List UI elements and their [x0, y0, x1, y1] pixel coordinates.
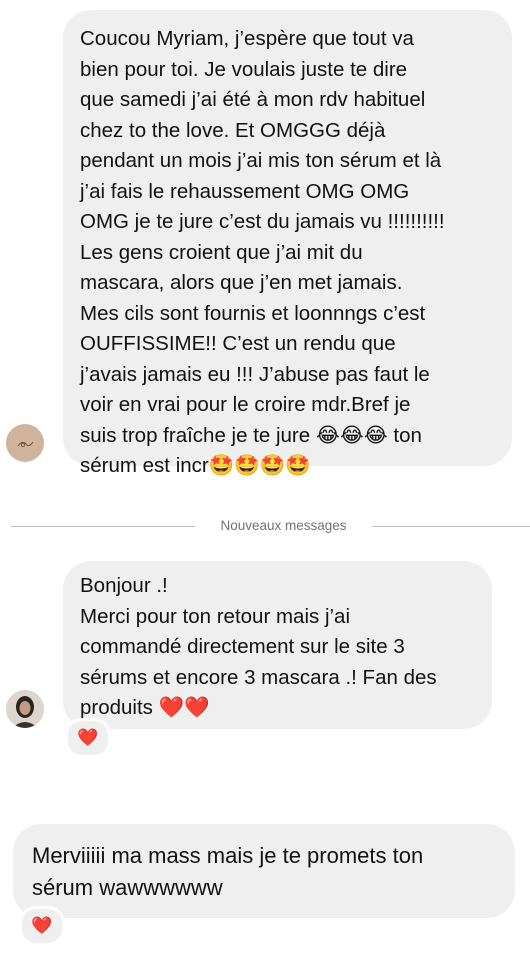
contact-logo-icon [6, 424, 44, 462]
message-bubble-incoming[interactable]: Coucou Myriam, j’espère que tout va bien… [63, 10, 512, 477]
divider-line-right [372, 526, 530, 527]
contact-avatar[interactable] [6, 424, 44, 462]
account-avatar[interactable] [6, 690, 44, 728]
new-messages-label: Nouveaux messages [220, 518, 347, 533]
message-bubble-incoming[interactable]: Merviiiii ma mass mais je te promets ton… [13, 824, 515, 918]
account-photo-icon [6, 690, 44, 728]
message-bubble-reply[interactable]: Bonjour .! Merci pour ton retour mais j’… [63, 561, 492, 729]
heart-reaction[interactable]: ❤️ [65, 718, 111, 758]
divider-line-left [11, 526, 195, 527]
red-heart-icon: ❤️ [31, 916, 53, 936]
heart-reaction[interactable]: ❤️ [19, 906, 65, 946]
red-heart-icon: ❤️ [77, 728, 99, 748]
new-messages-divider: Nouveaux messages [0, 518, 530, 533]
